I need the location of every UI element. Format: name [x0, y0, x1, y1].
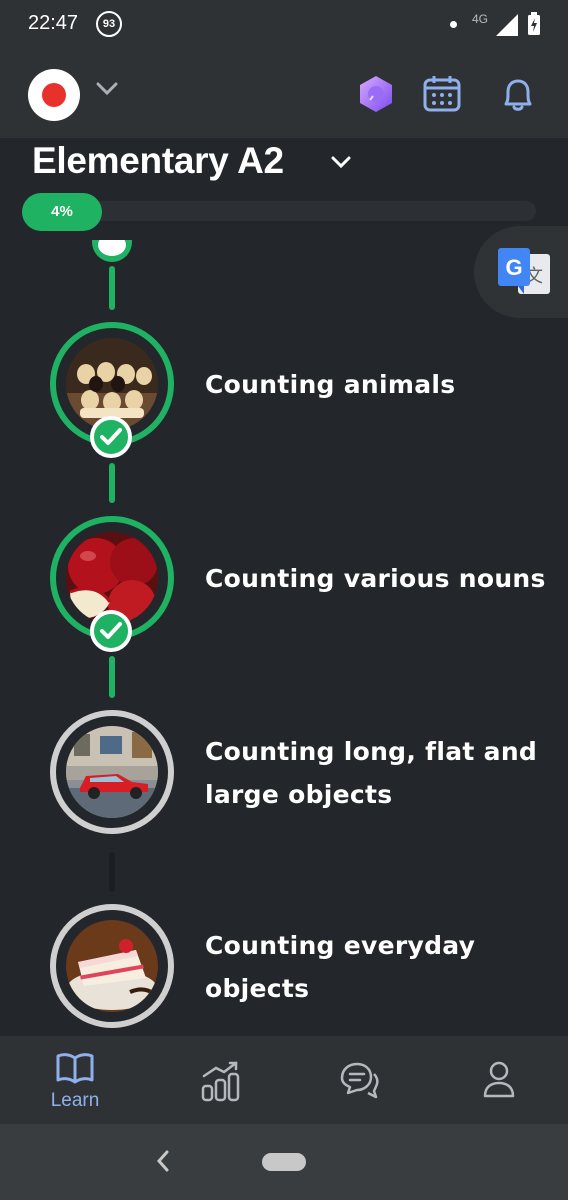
home-pill[interactable]	[262, 1153, 306, 1171]
lesson-title[interactable]: Counting long, flat and large objects	[205, 730, 550, 816]
japan-flag-icon[interactable]	[28, 69, 80, 121]
path-connector	[109, 266, 115, 310]
completed-check-icon	[90, 416, 132, 458]
notification-count-badge: 93	[96, 11, 122, 37]
book-icon	[56, 1053, 94, 1084]
system-navigation-bar	[0, 1124, 568, 1200]
path-connector	[109, 463, 115, 503]
stats-icon	[201, 1061, 240, 1102]
network-type: 4G	[472, 12, 489, 26]
notification-dot-icon	[450, 21, 457, 28]
status-time: 22:47	[28, 12, 79, 34]
nav-learn-label: Learn	[50, 1090, 100, 1111]
status-bar: 22:47 93 4G	[0, 0, 568, 52]
previous-lesson-stub	[92, 240, 132, 262]
signal-icon	[496, 14, 518, 36]
svg-text:G: G	[505, 255, 522, 280]
back-arrow-icon[interactable]	[155, 1148, 171, 1174]
chat-icon	[340, 1062, 379, 1099]
premium-gem-icon[interactable]	[356, 74, 396, 114]
red-car-image	[66, 726, 158, 818]
lesson-title[interactable]: Counting animals	[205, 363, 550, 406]
profile-icon	[483, 1061, 515, 1098]
lesson-node-counting-long-flat-large-objects[interactable]	[50, 710, 174, 834]
nav-chat[interactable]	[288, 1036, 430, 1124]
completed-check-icon	[90, 610, 132, 652]
bell-icon[interactable]	[498, 74, 538, 114]
lesson-title[interactable]: Counting everyday objects	[205, 924, 550, 1010]
nav-profile[interactable]	[428, 1036, 568, 1124]
cake-image	[66, 920, 158, 1012]
level-progress-fill: 4%	[22, 193, 102, 231]
lesson-title[interactable]: Counting various nouns	[205, 557, 550, 600]
nav-progress[interactable]	[150, 1036, 292, 1124]
chevron-down-icon[interactable]	[96, 82, 118, 96]
google-translate-icon[interactable]: 文 G	[498, 248, 552, 296]
nav-learn[interactable]: Learn	[4, 1036, 146, 1124]
app-header	[0, 52, 568, 138]
level-chevron-down-icon[interactable]	[330, 155, 352, 169]
bottom-nav: Learn	[0, 1036, 568, 1124]
battery-icon	[528, 12, 540, 35]
level-title[interactable]: Elementary A2	[32, 140, 284, 182]
path-connector	[109, 656, 115, 698]
path-connector	[109, 852, 115, 892]
calendar-icon[interactable]	[422, 74, 462, 114]
lesson-node-counting-everyday-objects[interactable]	[50, 904, 174, 1028]
